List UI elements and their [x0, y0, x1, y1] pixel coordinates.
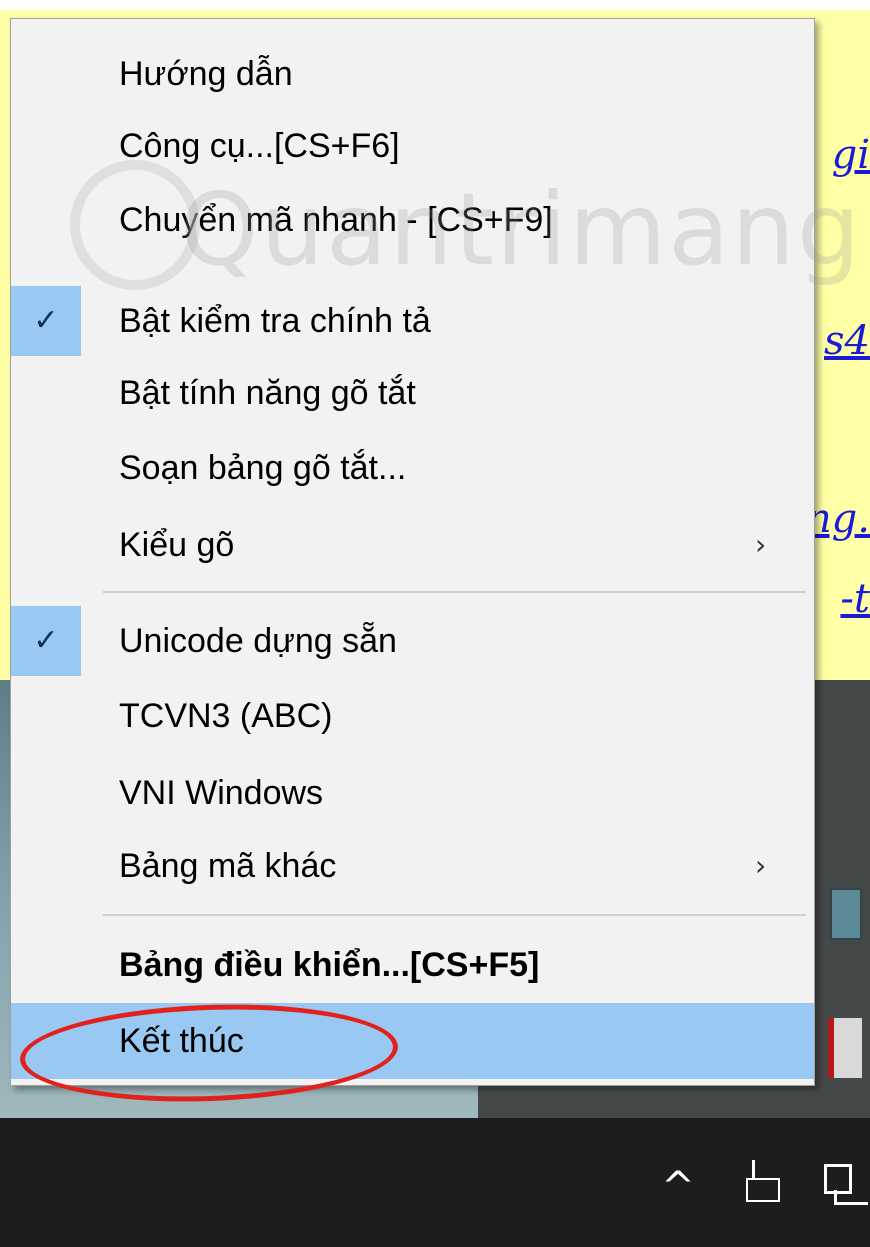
menu-item-chuyen-ma-nhanh[interactable]: Chuyển mã nhanh - [CS+F9]	[11, 184, 814, 256]
menu-item-label: TCVN3 (ABC)	[119, 697, 333, 735]
submenu-arrow-icon: ›	[755, 849, 767, 882]
menu-item-kieu-go[interactable]: Kiểu gõ ›	[11, 509, 814, 581]
background-link-3[interactable]: ng.	[806, 496, 870, 542]
unikey-context-menu: Hướng dẫn Công cụ...[CS+F6] Chuyển mã nh…	[10, 18, 815, 1086]
menu-item-label: Bảng điều khiển...[CS+F5]	[119, 946, 540, 984]
check-icon: ✓	[11, 286, 81, 356]
menu-item-label: Công cụ...[CS+F6]	[119, 127, 400, 165]
menu-item-label: Hướng dẫn	[119, 55, 293, 93]
check-icon: ✓	[11, 606, 81, 676]
menu-item-tcvn3[interactable]: TCVN3 (ABC)	[11, 680, 814, 752]
menu-separator	[103, 914, 806, 916]
background-link-4[interactable]: -t	[840, 576, 870, 622]
battery-body	[746, 1178, 780, 1202]
background-link-1[interactable]: gi	[832, 132, 870, 178]
menu-separator	[103, 591, 806, 593]
background-link-2[interactable]: s4	[824, 318, 870, 364]
menu-item-huong-dan[interactable]: Hướng dẫn	[11, 38, 814, 110]
menu-item-label: Bật tính năng gõ tắt	[119, 374, 416, 412]
menu-item-kiem-tra-chinh-ta[interactable]: ✓ Bật kiểm tra chính tả	[11, 285, 814, 357]
menu-item-bang-ma-khac[interactable]: Bảng mã khác ›	[11, 830, 814, 902]
menu-item-label: Bảng mã khác	[119, 847, 337, 885]
menu-item-unicode-dung-san[interactable]: ✓ Unicode dựng sẵn	[11, 605, 814, 677]
menu-item-bang-dieu-khien[interactable]: Bảng điều khiển...[CS+F5]	[11, 929, 814, 1001]
menu-item-label: Bật kiểm tra chính tả	[119, 302, 431, 340]
network-icon[interactable]	[820, 1160, 870, 1210]
menu-item-label: Soạn bảng gõ tắt...	[119, 449, 407, 487]
show-hidden-icons-chevron-icon[interactable]: ^	[660, 1167, 696, 1207]
desktop-app-icon-red[interactable]	[828, 1018, 862, 1078]
menu-item-soan-bang-go-tat[interactable]: Soạn bảng gõ tắt...	[11, 432, 814, 504]
submenu-arrow-icon: ›	[755, 528, 767, 561]
battery-icon[interactable]	[740, 1158, 786, 1208]
menu-item-cong-cu[interactable]: Công cụ...[CS+F6]	[11, 110, 814, 182]
network-base	[834, 1202, 868, 1205]
menu-item-label: Kiểu gõ	[119, 526, 235, 564]
battery-plug	[752, 1160, 755, 1178]
menu-item-go-tat[interactable]: Bật tính năng gõ tắt	[11, 357, 814, 429]
menu-item-label: Chuyển mã nhanh - [CS+F9]	[119, 201, 553, 239]
menu-item-label: Unicode dựng sẵn	[119, 622, 397, 660]
desktop-app-icon[interactable]	[830, 888, 862, 940]
network-monitor	[824, 1164, 852, 1194]
menu-item-vni-windows[interactable]: VNI Windows	[11, 757, 814, 829]
menu-item-label: VNI Windows	[119, 774, 324, 812]
